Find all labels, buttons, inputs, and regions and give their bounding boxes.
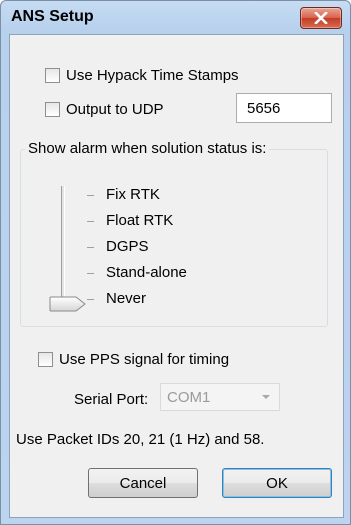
hypack-timestamps-checkbox[interactable] bbox=[45, 68, 60, 83]
pps-checkbox[interactable] bbox=[38, 352, 53, 367]
level-fix-rtk: Fix RTK bbox=[106, 186, 160, 203]
window-title: ANS Setup bbox=[11, 8, 94, 25]
dialog-window: ANS Setup Use Hypack Time Stamps Output … bbox=[0, 0, 351, 525]
serial-port-select[interactable]: COM1 bbox=[160, 383, 280, 411]
tick-float-rtk bbox=[87, 221, 94, 222]
alarm-group-label: Show alarm when solution status is: bbox=[25, 140, 270, 157]
dialog-body: Use Hypack Time Stamps Output to UDP 565… bbox=[9, 34, 344, 518]
pps-option[interactable]: Use PPS signal for timing bbox=[38, 351, 229, 368]
serial-port-value: COM1 bbox=[167, 389, 211, 406]
ok-button[interactable]: OK bbox=[222, 468, 332, 498]
slider-thumb-icon[interactable] bbox=[49, 296, 87, 312]
level-never: Never bbox=[106, 290, 147, 307]
udp-port-input[interactable]: 5656 bbox=[236, 93, 332, 123]
close-icon bbox=[314, 12, 328, 24]
hypack-timestamps-option[interactable]: Use Hypack Time Stamps bbox=[45, 67, 239, 84]
tick-never bbox=[87, 299, 94, 300]
output-udp-checkbox[interactable] bbox=[45, 102, 60, 117]
output-udp-option[interactable]: Output to UDP bbox=[45, 101, 164, 118]
output-udp-label: Output to UDP bbox=[66, 101, 164, 118]
level-stand-alone: Stand-alone bbox=[106, 264, 187, 281]
tick-stand-alone bbox=[87, 273, 94, 274]
level-float-rtk: Float RTK bbox=[106, 212, 174, 229]
chevron-down-icon bbox=[262, 395, 270, 399]
alarm-groupbox: Show alarm when solution status is: Fix … bbox=[20, 140, 328, 327]
packet-ids-info: Use Packet IDs 20, 21 (1 Hz) and 58. bbox=[16, 431, 265, 448]
close-button[interactable] bbox=[300, 7, 342, 29]
serial-port-label: Serial Port: bbox=[74, 391, 149, 408]
pps-label: Use PPS signal for timing bbox=[59, 351, 230, 368]
title-bar[interactable]: ANS Setup bbox=[1, 1, 350, 33]
cancel-button[interactable]: Cancel bbox=[88, 468, 198, 498]
hypack-timestamps-label: Use Hypack Time Stamps bbox=[66, 67, 239, 84]
tick-fix-rtk bbox=[87, 195, 94, 196]
level-dgps: DGPS bbox=[106, 238, 149, 255]
alarm-slider-track[interactable] bbox=[61, 186, 65, 308]
tick-dgps bbox=[87, 247, 94, 248]
